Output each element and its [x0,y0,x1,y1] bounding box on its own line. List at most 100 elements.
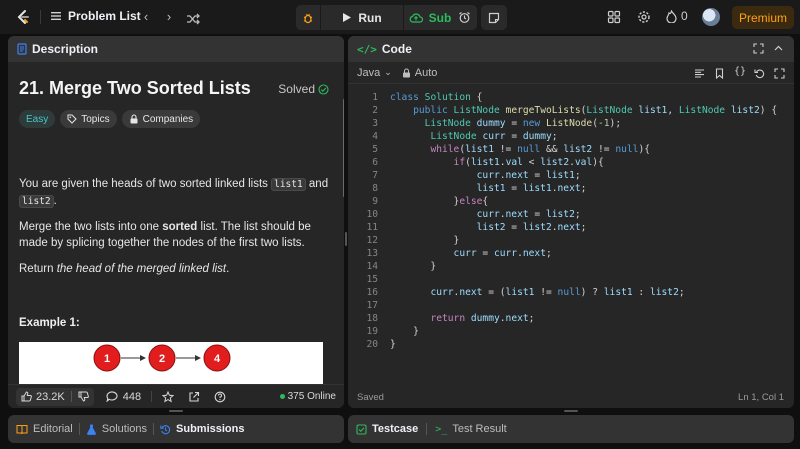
code-tab-label: Code [381,42,412,56]
resize-handle[interactable] [564,410,578,412]
text-fragment: . [226,263,230,275]
divider [40,10,41,24]
inline-code-list1: list1 [271,178,306,191]
save-status: Saved [357,391,384,403]
share-icon[interactable] [188,391,200,403]
test-result-label: Test Result [452,423,507,435]
comment-icon[interactable] [106,391,118,402]
companies-tag[interactable]: Companies [121,110,201,128]
auto-mode[interactable]: Auto [402,67,437,79]
tab-test-result[interactable]: >_ Test Result [435,423,506,435]
maximize-icon[interactable] [774,68,785,79]
node-label: 1 [104,353,110,365]
left-bottom-tabs: Editorial Solutions Submissions [8,415,344,443]
code-editor[interactable]: 1 class Solution { 2 public ListNode merg… [348,88,794,378]
line-number: 16 [366,287,378,298]
description-paragraph-2: Merge the two lists into one sorted list… [19,219,329,251]
description-paragraph-3: Return the head of the merged linked lis… [19,261,329,277]
editorial-label: Editorial [33,423,73,435]
layout-grid-icon[interactable] [607,10,621,24]
problem-list-label: Problem List [68,9,141,23]
line-number: 1 [372,92,378,103]
line-number: 19 [366,326,378,337]
text-fragment: You are given the heads of two sorted li… [19,178,272,190]
format-icon[interactable] [694,68,705,79]
problem-list-button[interactable]: Problem List [50,9,141,23]
language-label: Java [357,66,381,79]
run-submit-group: Run Submit [296,5,474,30]
debug-button[interactable] [296,5,320,30]
run-button[interactable]: Run [321,5,403,30]
line-number: 8 [372,183,378,194]
premium-button[interactable]: Premium [732,6,794,29]
star-icon[interactable] [162,390,175,403]
help-circle-icon[interactable] [214,391,226,403]
divider [153,423,155,435]
likes-count: 23.2K [36,390,65,403]
bold-text: sorted [162,221,198,233]
description-footer: 23.2K 448 375 Online [8,384,344,408]
chevron-left-icon[interactable]: ‹ [139,9,153,25]
text-fragment: Return [19,263,57,275]
line-number: 7 [372,170,378,181]
solved-label: Solved [278,82,315,96]
check-circle-icon [318,83,329,95]
cursor-position: Ln 1, Col 1 [738,392,784,403]
line-number: 18 [366,313,378,324]
online-dot [279,394,285,399]
thumbs-up-icon[interactable] [21,391,32,402]
description-scrollbar[interactable] [343,98,344,198]
line-number: 17 [366,300,378,311]
topics-label: Topics [81,113,110,125]
braces-icon[interactable]: {} [734,66,746,77]
lock-icon [130,114,138,124]
chevron-up-icon[interactable] [773,43,784,54]
code-toolbar: Java ⌄ Auto {} [348,62,794,84]
fullscreen-icon[interactable] [753,43,764,54]
gear-icon[interactable] [637,10,651,24]
inline-code-list2: list2 [19,195,54,208]
line-number: 4 [372,131,378,142]
tab-testcase[interactable]: Testcase [356,423,418,435]
code-status-bar: Saved Ln 1, Col 1 [348,386,794,408]
code-tab[interactable]: </> Code [348,36,794,62]
code-panel: </> Code Java ⌄ Auto {} 1 class Solution… [348,36,794,408]
chevron-right-icon[interactable]: › [162,9,176,25]
vertical-resize-handle[interactable] [345,232,347,246]
description-tab[interactable]: Description [8,36,344,62]
leetcode-logo-icon[interactable] [15,9,31,25]
line-number: 20 [366,339,378,350]
avatar[interactable] [702,8,720,26]
problem-title[interactable]: 21. Merge Two Sorted Lists [19,78,251,99]
description-tab-label: Description [32,42,99,56]
topics-tag[interactable]: Topics [60,110,117,128]
companies-label: Companies [142,113,194,125]
like-group: 23.2K [16,387,94,406]
tag-icon [67,114,77,124]
code-brackets-icon: </> [357,42,377,56]
difficulty-badge: Easy [19,110,56,128]
tab-submissions[interactable]: Submissions [160,423,244,435]
timer-button[interactable] [451,5,477,30]
comments-count: 448 [122,390,142,403]
streak-counter[interactable]: 0 [666,9,688,23]
line-number: 11 [366,222,378,233]
bookmark-icon[interactable] [714,68,725,79]
shuffle-icon[interactable] [186,11,200,27]
notes-button[interactable] [481,5,507,30]
tab-solutions[interactable]: Solutions [86,423,147,435]
description-panel: Description 21. Merge Two Sorted Lists S… [8,36,344,408]
history-icon [160,424,171,434]
play-icon [343,13,352,22]
resize-handle[interactable] [169,410,183,412]
run-label: Run [358,10,382,25]
submissions-label: Submissions [176,423,245,435]
language-select[interactable]: Java ⌄ [357,67,392,79]
text-fragment: . [53,195,57,207]
thumbs-down-icon[interactable] [78,391,89,402]
reset-icon[interactable] [754,68,765,79]
fire-icon [666,9,677,23]
tab-editorial[interactable]: Editorial [16,423,73,435]
line-number: 2 [372,105,378,116]
example-title: Example 1: [19,317,80,329]
